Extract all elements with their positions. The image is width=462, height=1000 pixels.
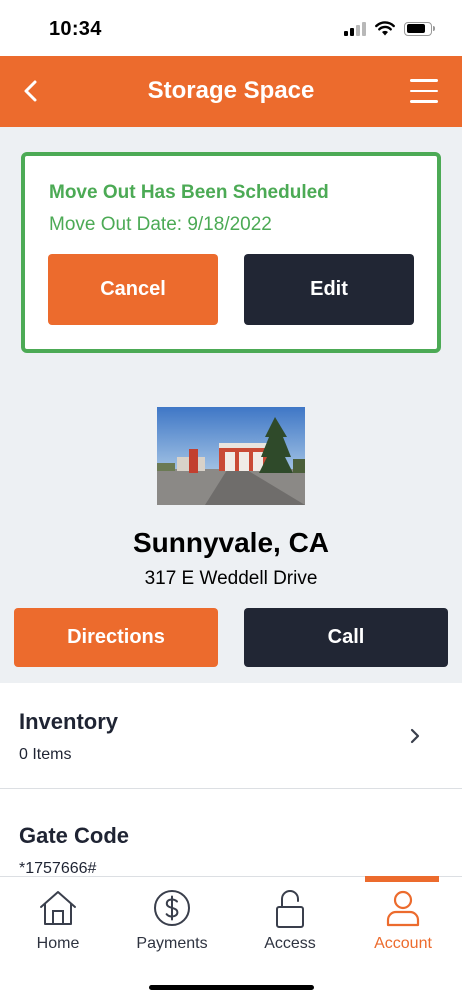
edit-button[interactable]: Edit	[244, 254, 414, 325]
chevron-right-icon	[410, 728, 420, 744]
moveout-title: Move Out Has Been Scheduled	[49, 182, 329, 203]
inventory-row[interactable]: Inventory 0 Items	[0, 683, 462, 789]
tab-home[interactable]: Home	[0, 877, 116, 967]
moveout-card: Move Out Has Been Scheduled Move Out Dat…	[21, 152, 441, 353]
inventory-title: Inventory	[19, 709, 119, 734]
tab-bar: Home Payments Access Account	[0, 876, 462, 1000]
gate-code-title: Gate Code	[19, 823, 130, 848]
facility-photo	[157, 407, 305, 505]
inventory-count: 0 Items	[19, 746, 72, 763]
moveout-date: Move Out Date: 9/18/2022	[49, 214, 272, 235]
call-button[interactable]: Call	[244, 608, 448, 667]
facility-address: 317 E Weddell Drive	[144, 568, 318, 589]
page-title: Storage Space	[147, 77, 315, 104]
cancel-button[interactable]: Cancel	[48, 254, 218, 325]
directions-button[interactable]: Directions	[14, 608, 218, 667]
tab-payments[interactable]: Payments	[114, 877, 230, 967]
unlock-icon	[276, 890, 304, 928]
user-icon	[386, 890, 420, 927]
hamburger-menu-icon[interactable]	[410, 79, 438, 103]
status-icons	[344, 21, 435, 36]
tab-home-label: Home	[36, 935, 80, 952]
tab-account[interactable]: Account	[345, 877, 461, 967]
status-bar: 10:34	[0, 0, 462, 56]
cellular-signal-icon	[344, 21, 366, 36]
facility-name: Sunnyvale, CA	[132, 527, 330, 558]
battery-icon	[404, 21, 435, 36]
tab-access-label: Access	[264, 935, 316, 952]
nav-bar: Storage Space	[0, 56, 462, 127]
tab-access[interactable]: Access	[232, 877, 348, 967]
status-time: 10:34	[49, 18, 102, 40]
tab-account-label: Account	[374, 935, 432, 952]
home-indicator[interactable]	[149, 985, 314, 990]
gate-code-row: Gate Code *1757666#	[0, 790, 462, 878]
home-icon	[40, 891, 76, 925]
dollar-circle-icon	[154, 890, 190, 926]
wifi-icon	[375, 21, 395, 36]
tab-payments-label: Payments	[136, 935, 208, 952]
